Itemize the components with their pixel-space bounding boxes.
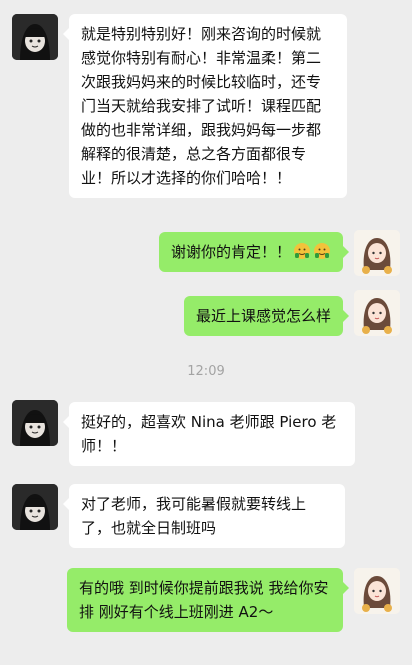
message-bubble[interactable]: 挺好的，超喜欢 Nina 老师跟 Piero 老师！！: [63, 402, 355, 466]
drawn-girl-avatar-icon: [354, 568, 400, 614]
girl-avatar-icon: [12, 14, 58, 60]
thumbs-up-emoji-icon: [313, 242, 331, 260]
girl-avatar-icon: [12, 484, 58, 530]
girl-avatar-icon: [12, 400, 58, 446]
self-avatar[interactable]: [354, 568, 400, 614]
chat-view: 就是特别特别好！刚来咨询的时候就感觉你特别有耐心！非常温柔！第二次跟我妈妈来的时…: [0, 0, 412, 665]
message-bubble[interactable]: 就是特别特别好！刚来咨询的时候就感觉你特别有耐心！非常温柔！第二次跟我妈妈来的时…: [63, 14, 347, 198]
message-text: 谢谢你的肯定！！: [170, 243, 291, 261]
contact-avatar[interactable]: [12, 14, 58, 60]
message-bubble[interactable]: 最近上课感觉怎么样: [183, 296, 350, 336]
self-avatar[interactable]: [354, 230, 400, 276]
contact-avatar[interactable]: [12, 400, 58, 446]
message-bubble[interactable]: 有的哦 到时候你提前跟我说 我给你安排 刚好有个线上班刚进 A2～: [67, 568, 349, 632]
message-bubble[interactable]: 谢谢你的肯定！！: [158, 232, 350, 272]
contact-avatar[interactable]: [12, 484, 58, 530]
drawn-girl-avatar-icon: [354, 290, 400, 336]
timestamp: 12:09: [187, 364, 225, 379]
message-bubble[interactable]: 对了老师，我可能暑假就要转线上了，也就全日制班吗: [63, 484, 345, 548]
thumbs-up-emoji-icon: [293, 242, 311, 260]
self-avatar[interactable]: [354, 290, 400, 336]
drawn-girl-avatar-icon: [354, 230, 400, 276]
